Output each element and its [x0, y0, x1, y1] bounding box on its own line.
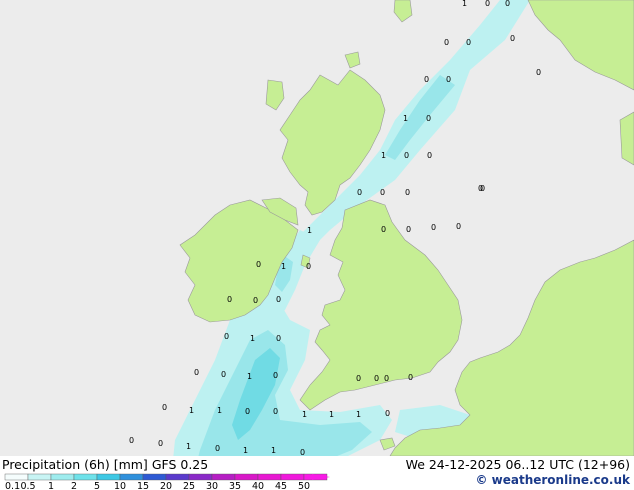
- label-ns-5: 0: [381, 225, 386, 234]
- map-footer: Precipitation (6h) [mm] GFS 0.25 We 24-1…: [0, 456, 634, 490]
- legend-tick-label: 0.5: [20, 481, 35, 490]
- label-north-8: 0: [446, 75, 451, 84]
- label-irish-6: 0: [253, 296, 258, 305]
- legend-tick-label: 40: [252, 481, 264, 490]
- legend-tick-label: 2: [71, 481, 77, 490]
- label-ns-7: 0: [431, 223, 436, 232]
- label-sw-10: 0: [129, 436, 134, 445]
- legend-swatch: [50, 473, 75, 481]
- label-celtic-5: 1: [247, 372, 252, 381]
- valid-datetime: We 24-12-2025 06..12 UTC (12+96): [405, 457, 630, 472]
- legend-ticks: 0.1 0.5 1 2 5 10 15 20 25 30 35 40 45 50: [5, 481, 310, 490]
- legend-swatch: [188, 473, 213, 481]
- legend-swatch: [257, 473, 282, 481]
- label-north-7: 0: [424, 75, 429, 84]
- legend-tick-label: 35: [229, 481, 241, 490]
- label-north-5: 0: [466, 38, 471, 47]
- label-sw-9: 0: [385, 409, 390, 418]
- legend-tick-label: 25: [183, 481, 195, 490]
- denmark-sweden: [619, 111, 634, 166]
- label-sw-14: 1: [243, 446, 248, 455]
- site-credit[interactable]: © weatheronline.co.uk: [475, 473, 630, 487]
- label-ns-3: 0: [405, 188, 410, 197]
- legend-tick-label: 0.1: [5, 481, 20, 490]
- label-irish-4: 0: [306, 262, 311, 271]
- label-sw-3: 1: [217, 406, 222, 415]
- title-text: Precipitation (6h) [mm]: [2, 457, 148, 472]
- precipitation-map[interactable]: 1 0 0 0 0 0 0 0 0 1 0 1 0 0 0 0 0 0 0 0 …: [0, 0, 634, 490]
- label-chan-2: 0: [374, 374, 379, 383]
- label-sw-4: 0: [245, 407, 250, 416]
- label-ns-8: 0: [456, 222, 461, 231]
- legend-swatch: [96, 473, 121, 481]
- legend-swatch: [27, 473, 52, 481]
- label-chan-1: 0: [356, 374, 361, 383]
- legend-swatch: [165, 473, 190, 481]
- legend-swatch: [234, 473, 259, 481]
- label-celtic-1: 1: [250, 334, 255, 343]
- label-ns-6: 0: [406, 225, 411, 234]
- label-scot-3: 1: [381, 151, 386, 160]
- legend-tick-label: 5: [94, 481, 100, 490]
- legend-tick-label: 45: [275, 481, 287, 490]
- label-irish-1: 1: [307, 226, 312, 235]
- legend-tick-label: 50: [298, 481, 310, 490]
- label-ns-1: 0: [357, 188, 362, 197]
- label-chan-3: 0: [384, 374, 389, 383]
- legend-tick-label: 15: [137, 481, 149, 490]
- label-north-1: 1: [462, 0, 467, 8]
- legend-swatch: [211, 473, 236, 481]
- label-sw-11: 0: [158, 439, 163, 448]
- label-irish-7: 0: [276, 295, 281, 304]
- label-sw-1: 0: [162, 403, 167, 412]
- label-chan-4: 0: [408, 373, 413, 382]
- legend-swatch: [73, 473, 98, 481]
- legend-tick-label: 1: [48, 481, 54, 490]
- label-north-6: 0: [510, 34, 515, 43]
- label-north-9: 0: [536, 68, 541, 77]
- label-sw-12: 1: [186, 442, 191, 451]
- label-scot-2: 0: [426, 114, 431, 123]
- label-scot-4: 0: [404, 151, 409, 160]
- legend-swatches: [4, 473, 328, 481]
- label-irish-2: 0: [256, 260, 261, 269]
- legend-tick-label: 10: [114, 481, 126, 490]
- label-celtic-3: 0: [276, 334, 281, 343]
- label-celtic-2: 0: [224, 332, 229, 341]
- label-sw-6: 1: [302, 410, 307, 419]
- legend-tick-label: 30: [206, 481, 218, 490]
- label-ns-2: 0: [380, 188, 385, 197]
- label-celtic-6: 0: [221, 370, 226, 379]
- label-sw-13: 0: [215, 444, 220, 453]
- legend-swatch: [119, 473, 144, 481]
- label-ns-9: 0: [480, 184, 485, 193]
- label-sw-15: 1: [271, 446, 276, 455]
- legend-swatch: [142, 473, 167, 481]
- label-sw-7: 1: [329, 410, 334, 419]
- map-title: Precipitation (6h) [mm] GFS 0.25: [2, 457, 208, 472]
- legend-tick-label: 20: [160, 481, 172, 490]
- label-irish-3: 1: [281, 262, 286, 271]
- label-scot-5: 0: [427, 151, 432, 160]
- label-celtic-7: 0: [273, 371, 278, 380]
- label-sw-2: 1: [189, 406, 194, 415]
- label-irish-5: 0: [227, 295, 232, 304]
- label-sw-5: 0: [273, 407, 278, 416]
- label-scot-1: 1: [403, 114, 408, 123]
- legend-swatch: [280, 473, 305, 481]
- label-north-4: 0: [444, 38, 449, 47]
- color-legend: 0.1 0.5 1 2 5 10 15 20 25 30 35 40 45 50: [4, 473, 330, 490]
- label-north-3: 0: [505, 0, 510, 8]
- label-sw-8: 1: [356, 410, 361, 419]
- label-north-2: 0: [485, 0, 490, 8]
- label-celtic-4: 0: [194, 368, 199, 377]
- legend-swatch: [4, 473, 29, 481]
- model-name: GFS 0.25: [151, 457, 209, 472]
